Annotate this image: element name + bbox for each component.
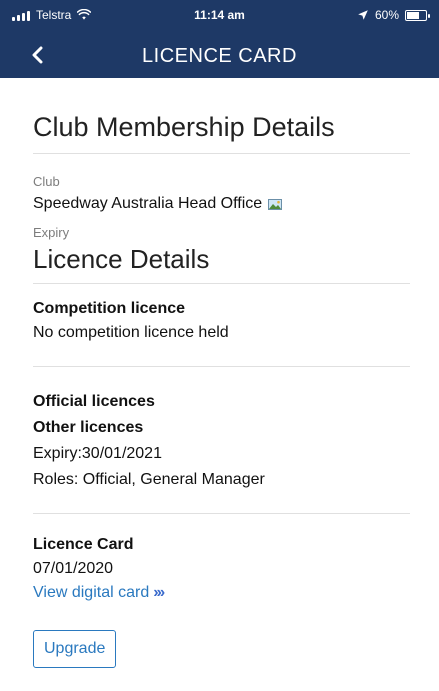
image-icon [268, 198, 283, 210]
competition-section: Competition licence No competition licen… [33, 284, 410, 366]
double-chevron-right-icon: ››› [153, 584, 165, 601]
app-header: Telstra 11:14 am 60% LICENCE CARD [0, 0, 439, 78]
competition-text: No competition licence held [33, 324, 229, 341]
other-title: Other licences [33, 419, 144, 436]
official-section: Official licences Other licences Expiry:… [33, 367, 410, 513]
location-arrow-icon [358, 10, 368, 20]
page-title: LICENCE CARD [142, 45, 297, 67]
card-section: Licence Card 07/01/2020 View digital car… [33, 514, 410, 668]
club-value: Speedway Australia Head Office [33, 195, 410, 213]
nav-bar: LICENCE CARD [0, 32, 439, 78]
card-date: 07/01/2020 [33, 560, 114, 577]
official-title: Official licences [33, 393, 155, 410]
upgrade-button[interactable]: Upgrade [33, 630, 117, 668]
other-roles: Roles: Official, General Manager [33, 471, 265, 488]
view-card-text: View digital card [33, 584, 150, 601]
club-name: Speedway Australia Head Office [33, 195, 263, 212]
status-bar: Telstra 11:14 am 60% [0, 0, 439, 32]
card-title: Licence Card [33, 536, 134, 553]
battery-icon [405, 9, 430, 21]
status-right: 60% [357, 8, 430, 22]
divider [33, 153, 410, 154]
other-expiry: Expiry:30/01/2021 [33, 445, 162, 462]
licence-heading: Licence Details [33, 244, 210, 274]
main-content: Club Membership Details Club Speedway Au… [33, 78, 410, 668]
club-label: Club [33, 174, 60, 189]
view-digital-card-link[interactable]: View digital card ››› [33, 584, 165, 602]
expiry-label: Expiry [33, 225, 70, 240]
battery-percent: 60% [374, 8, 399, 22]
competition-title: Competition licence [33, 300, 186, 317]
membership-heading: Club Membership Details [33, 112, 335, 142]
